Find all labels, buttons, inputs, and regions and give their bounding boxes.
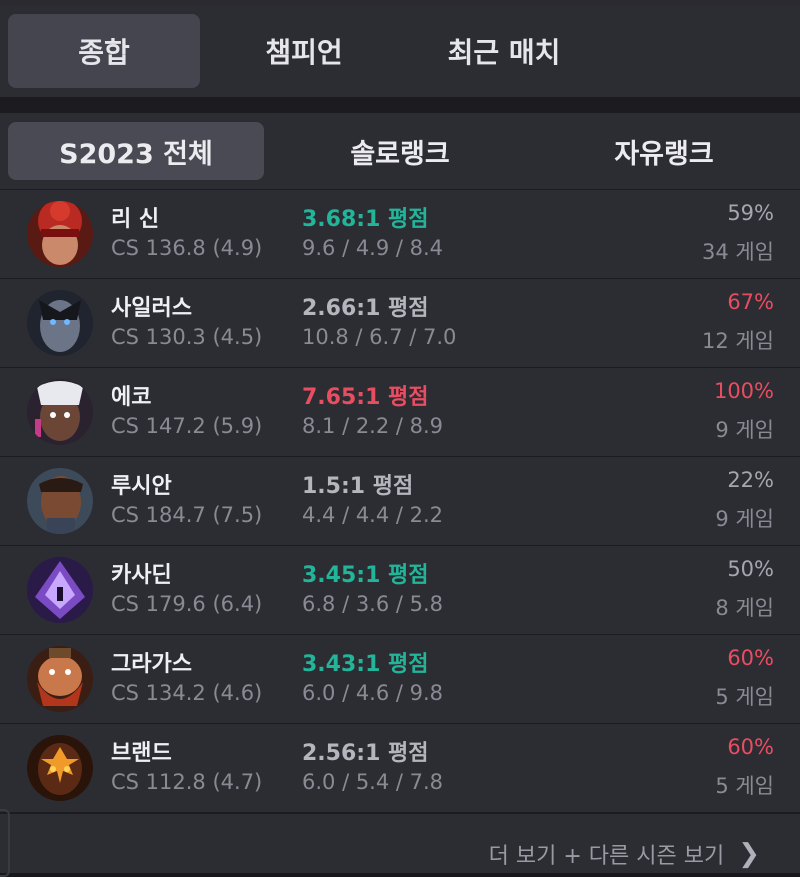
kda-ratio: 1.5:1 평점 [302, 474, 414, 499]
champion-row[interactable]: 카사딘 CS 179.6 (6.4) 3.45:1 평점 6.8 / 3.6 /… [0, 545, 800, 634]
list-bottom-divider [0, 812, 800, 814]
champion-cs: CS 179.6 (6.4) [111, 592, 263, 616]
champion-cs: CS 130.3 (4.5) [111, 325, 263, 349]
games-count: 8 게임 [715, 596, 774, 620]
lee-sin-portrait-icon [27, 201, 93, 267]
tab-flex-rank[interactable]: 자유랭크 [536, 122, 792, 180]
win-rate: 59% [727, 201, 774, 225]
champion-name: 리 신 [111, 207, 160, 232]
lucian-portrait-icon [27, 468, 93, 534]
see-more-seasons-link[interactable]: 더 보기 + 다른 시즌 보기 ❯ [489, 838, 760, 870]
season-filter-bar: S2023 전체 솔로랭크 자유랭크 [0, 113, 800, 189]
champion-name: 에코 [111, 385, 152, 410]
tab-season-all[interactable]: S2023 전체 [8, 122, 264, 180]
champion-cs: CS 134.2 (4.6) [111, 681, 263, 705]
games-count: 9 게임 [715, 507, 774, 531]
section-divider [0, 97, 800, 113]
champion-row[interactable]: 루시안 CS 184.7 (7.5) 1.5:1 평점 4.4 / 4.4 / … [0, 456, 800, 545]
champion-stats-panel: S2023 전체 솔로랭크 자유랭크 리 신 CS 136.8 (4.9) 3.… [0, 113, 800, 873]
champion-row[interactable]: 사일러스 CS 130.3 (4.5) 2.66:1 평점 10.8 / 6.7… [0, 278, 800, 367]
sylas-portrait-icon [27, 290, 93, 356]
kda-detail: 6.8 / 3.6 / 5.8 [302, 592, 444, 616]
gragas-portrait-icon [27, 646, 93, 712]
champion-cs: CS 147.2 (5.9) [111, 414, 263, 438]
brand-portrait-icon [27, 735, 93, 801]
main-tab-bar: 종합 챔피언 최근 매치 [0, 6, 800, 97]
tab-recent-matches[interactable]: 최근 매치 [408, 14, 600, 88]
ekko-portrait-icon [27, 379, 93, 445]
champion-row[interactable]: 에코 CS 147.2 (5.9) 7.65:1 평점 8.1 / 2.2 / … [0, 367, 800, 456]
champion-row[interactable]: 리 신 CS 136.8 (4.9) 3.68:1 평점 9.6 / 4.9 /… [0, 189, 800, 278]
kda-detail: 9.6 / 4.9 / 8.4 [302, 236, 444, 260]
champion-cs: CS 184.7 (7.5) [111, 503, 263, 527]
tab-champions[interactable]: 챔피언 [208, 14, 400, 88]
win-rate: 67% [727, 290, 774, 314]
games-count: 5 게임 [715, 774, 774, 798]
kda-detail: 6.0 / 5.4 / 7.8 [302, 770, 444, 794]
kassadin-portrait-icon [27, 557, 93, 623]
games-count: 34 게임 [701, 240, 774, 264]
champion-cs: CS 136.8 (4.9) [111, 236, 263, 260]
win-rate: 50% [727, 557, 774, 581]
side-edge-tab [0, 809, 10, 877]
kda-ratio: 2.66:1 평점 [302, 296, 429, 321]
champion-row[interactable]: 브랜드 CS 112.8 (4.7) 2.56:1 평점 6.0 / 5.4 /… [0, 723, 800, 812]
kda-detail: 10.8 / 6.7 / 7.0 [302, 325, 457, 349]
kda-ratio: 3.68:1 평점 [302, 207, 429, 232]
see-more-label: 더 보기 + 다른 시즌 보기 [488, 844, 725, 869]
kda-ratio: 3.43:1 평점 [302, 652, 429, 677]
win-rate: 22% [727, 468, 774, 492]
tab-summary[interactable]: 종합 [8, 14, 200, 88]
kda-detail: 6.0 / 4.6 / 9.8 [302, 681, 444, 705]
champion-row[interactable]: 그라가스 CS 134.2 (4.6) 3.43:1 평점 6.0 / 4.6 … [0, 634, 800, 723]
games-count: 12 게임 [701, 329, 774, 353]
champion-name: 카사딘 [111, 563, 172, 588]
champion-name: 그라가스 [111, 652, 192, 677]
kda-ratio: 7.65:1 평점 [302, 385, 429, 410]
games-count: 9 게임 [715, 418, 774, 442]
champion-name: 브랜드 [111, 741, 172, 766]
win-rate: 100% [713, 379, 774, 403]
win-rate: 60% [727, 646, 774, 670]
tab-solo-rank[interactable]: 솔로랭크 [272, 122, 528, 180]
champion-name: 루시안 [111, 474, 172, 499]
kda-detail: 4.4 / 4.4 / 2.2 [302, 503, 444, 527]
champion-name: 사일러스 [111, 296, 192, 321]
kda-detail: 8.1 / 2.2 / 8.9 [302, 414, 444, 438]
chevron-right-icon: ❯ [738, 839, 760, 869]
kda-ratio: 3.45:1 평점 [302, 563, 429, 588]
champion-cs: CS 112.8 (4.7) [111, 770, 263, 794]
win-rate: 60% [727, 735, 774, 759]
kda-ratio: 2.56:1 평점 [302, 741, 429, 766]
games-count: 5 게임 [715, 685, 774, 709]
